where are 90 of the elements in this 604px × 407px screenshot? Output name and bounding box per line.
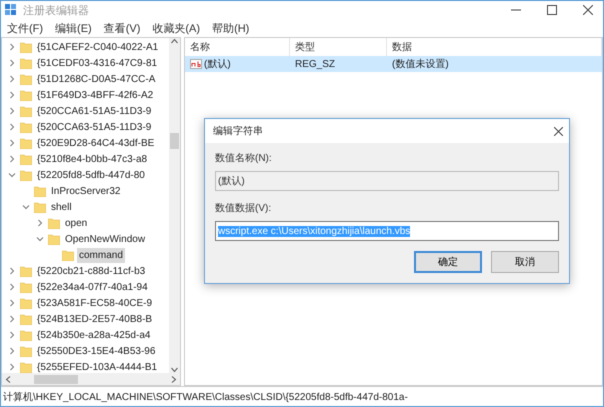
menu-item[interactable]: 查看(V) bbox=[104, 20, 140, 36]
chevron-right-icon[interactable] bbox=[8, 315, 16, 323]
scroll-up-icon[interactable] bbox=[171, 38, 178, 44]
chevron-right-icon[interactable] bbox=[8, 155, 16, 163]
value-row[interactable]: (默认) REG_SZ (数值未设置) bbox=[185, 56, 602, 72]
vertical-scrollbar[interactable] bbox=[169, 38, 180, 373]
chevron-right-icon[interactable] bbox=[8, 139, 16, 147]
scrollbar-thumb[interactable] bbox=[170, 132, 179, 148]
menu-item[interactable]: 编辑(E) bbox=[55, 20, 92, 36]
chevron-right-icon[interactable] bbox=[8, 43, 16, 51]
chevron-right-icon[interactable] bbox=[8, 347, 16, 355]
registry-editor-icon bbox=[5, 4, 17, 16]
chevron-right-icon[interactable] bbox=[8, 363, 16, 371]
folder-icon bbox=[20, 170, 32, 180]
horizontal-scrollbar[interactable] bbox=[2, 373, 180, 385]
folder-icon bbox=[20, 330, 32, 340]
folder-icon bbox=[20, 74, 32, 84]
chevron-down-icon[interactable] bbox=[8, 171, 16, 179]
table-cell-text: REG_SZ bbox=[294, 58, 336, 70]
chevron-right-icon[interactable] bbox=[8, 331, 16, 339]
value-name-field[interactable]: (默认) bbox=[215, 171, 559, 191]
tree-item[interactable]: {520CCA63-51A5-11D3-9 bbox=[35, 120, 154, 134]
close-icon[interactable] bbox=[583, 5, 593, 15]
close-icon[interactable] bbox=[554, 126, 563, 136]
tree-item[interactable]: {524B13ED-2E57-40B8-B bbox=[35, 312, 154, 326]
menu-item[interactable]: 帮助(H) bbox=[212, 20, 250, 36]
chevron-right-icon[interactable] bbox=[8, 123, 16, 131]
menu-item[interactable]: 收藏夹(A) bbox=[152, 20, 200, 36]
tree-item[interactable]: {52205fd8-5dfb-447d-80 bbox=[35, 168, 147, 182]
folder-icon bbox=[20, 106, 32, 116]
chevron-right-icon[interactable] bbox=[8, 267, 16, 275]
folder-icon bbox=[20, 154, 32, 164]
tree-item[interactable]: {5255EFED-103A-4444-B1 bbox=[35, 360, 160, 373]
folder-icon bbox=[20, 298, 32, 308]
tree-item[interactable]: OpenNewWindow bbox=[63, 232, 148, 246]
tree-item[interactable]: {51CEDF03-4316-47C9-81 bbox=[35, 56, 160, 70]
chevron-right-icon[interactable] bbox=[8, 59, 16, 67]
tree-item[interactable]: {520CCA61-51A5-11D3-9 bbox=[35, 104, 154, 118]
folder-icon bbox=[20, 138, 32, 148]
folder-icon bbox=[20, 266, 32, 276]
scroll-right-icon[interactable] bbox=[171, 376, 177, 382]
field-label: 数值数据(V): bbox=[215, 202, 272, 215]
scrollbar-thumb[interactable] bbox=[34, 374, 78, 384]
chevron-right-icon[interactable] bbox=[8, 91, 16, 99]
tree-item[interactable]: open bbox=[63, 216, 90, 230]
chevron-right-icon[interactable] bbox=[8, 299, 16, 307]
tree-item[interactable]: InProcServer32 bbox=[49, 184, 122, 198]
tree-item[interactable]: {520E9D28-64C4-43df-BE bbox=[35, 136, 156, 150]
folder-icon bbox=[20, 122, 32, 132]
folder-icon bbox=[20, 90, 32, 100]
maximize-icon[interactable] bbox=[547, 5, 557, 15]
tree-item[interactable]: {51CAFEF2-C040-4022-A1 bbox=[35, 40, 160, 54]
tree-item[interactable]: {51D1268C-D0A5-47CC-A bbox=[35, 72, 158, 86]
tree-item[interactable]: {51F649D3-4BFF-42f6-A2 bbox=[35, 88, 156, 102]
tree-item[interactable]: shell bbox=[49, 200, 74, 214]
tree-item[interactable]: command bbox=[77, 248, 125, 262]
tree-item[interactable]: {52550DE3-15E4-4B53-96 bbox=[35, 344, 158, 358]
folder-icon bbox=[34, 202, 46, 212]
chevron-down-icon[interactable] bbox=[36, 235, 44, 243]
folder-icon bbox=[48, 218, 60, 228]
folder-icon bbox=[34, 186, 46, 196]
scroll-left-icon[interactable] bbox=[5, 376, 11, 382]
dialog-button[interactable]: 取消 bbox=[491, 251, 559, 273]
window-title: 注册表编辑器 bbox=[23, 4, 90, 18]
tree-item[interactable]: {5210f8e4-b0bb-47c3-a8 bbox=[35, 152, 150, 166]
folder-icon bbox=[48, 234, 60, 244]
tree-item[interactable]: {5220cb21-c88d-11cf-b3 bbox=[35, 264, 148, 278]
tree-item[interactable]: {524b350e-a28a-425d-a4 bbox=[35, 328, 152, 342]
chevron-right-icon[interactable] bbox=[8, 283, 16, 291]
menu-item[interactable]: 文件(F) bbox=[7, 20, 44, 36]
table-cell-text: (数值未设置) bbox=[391, 58, 450, 71]
table-cell-text: (默认) bbox=[204, 58, 231, 71]
folder-icon bbox=[20, 42, 32, 52]
dialog-button[interactable]: 确定 bbox=[414, 251, 482, 273]
status-bar: 计算机\HKEY_LOCAL_MACHINE\SOFTWARE\Classes\CLSID\{52205fd8-5dfb-447d-801a- bbox=[1, 386, 603, 406]
folder-icon bbox=[20, 58, 32, 68]
tree-item[interactable]: {523A581F-EC58-40CE-9 bbox=[35, 296, 154, 310]
folder-icon bbox=[62, 250, 74, 260]
chevron-down-icon[interactable] bbox=[22, 203, 30, 211]
chevron-right-icon[interactable] bbox=[8, 107, 16, 115]
folder-icon bbox=[20, 346, 32, 356]
dialog-title: 编辑字符串 bbox=[213, 124, 263, 138]
field-label: 数值名称(N): bbox=[215, 152, 273, 165]
folder-icon bbox=[20, 282, 32, 292]
string-value-icon bbox=[190, 59, 202, 69]
scroll-down-icon[interactable] bbox=[171, 367, 178, 373]
tree-item[interactable]: {522e34a4-07f7-40a1-94 bbox=[35, 280, 150, 294]
chevron-right-icon[interactable] bbox=[36, 219, 44, 227]
chevron-right-icon[interactable] bbox=[8, 75, 16, 83]
folder-icon bbox=[20, 314, 32, 324]
